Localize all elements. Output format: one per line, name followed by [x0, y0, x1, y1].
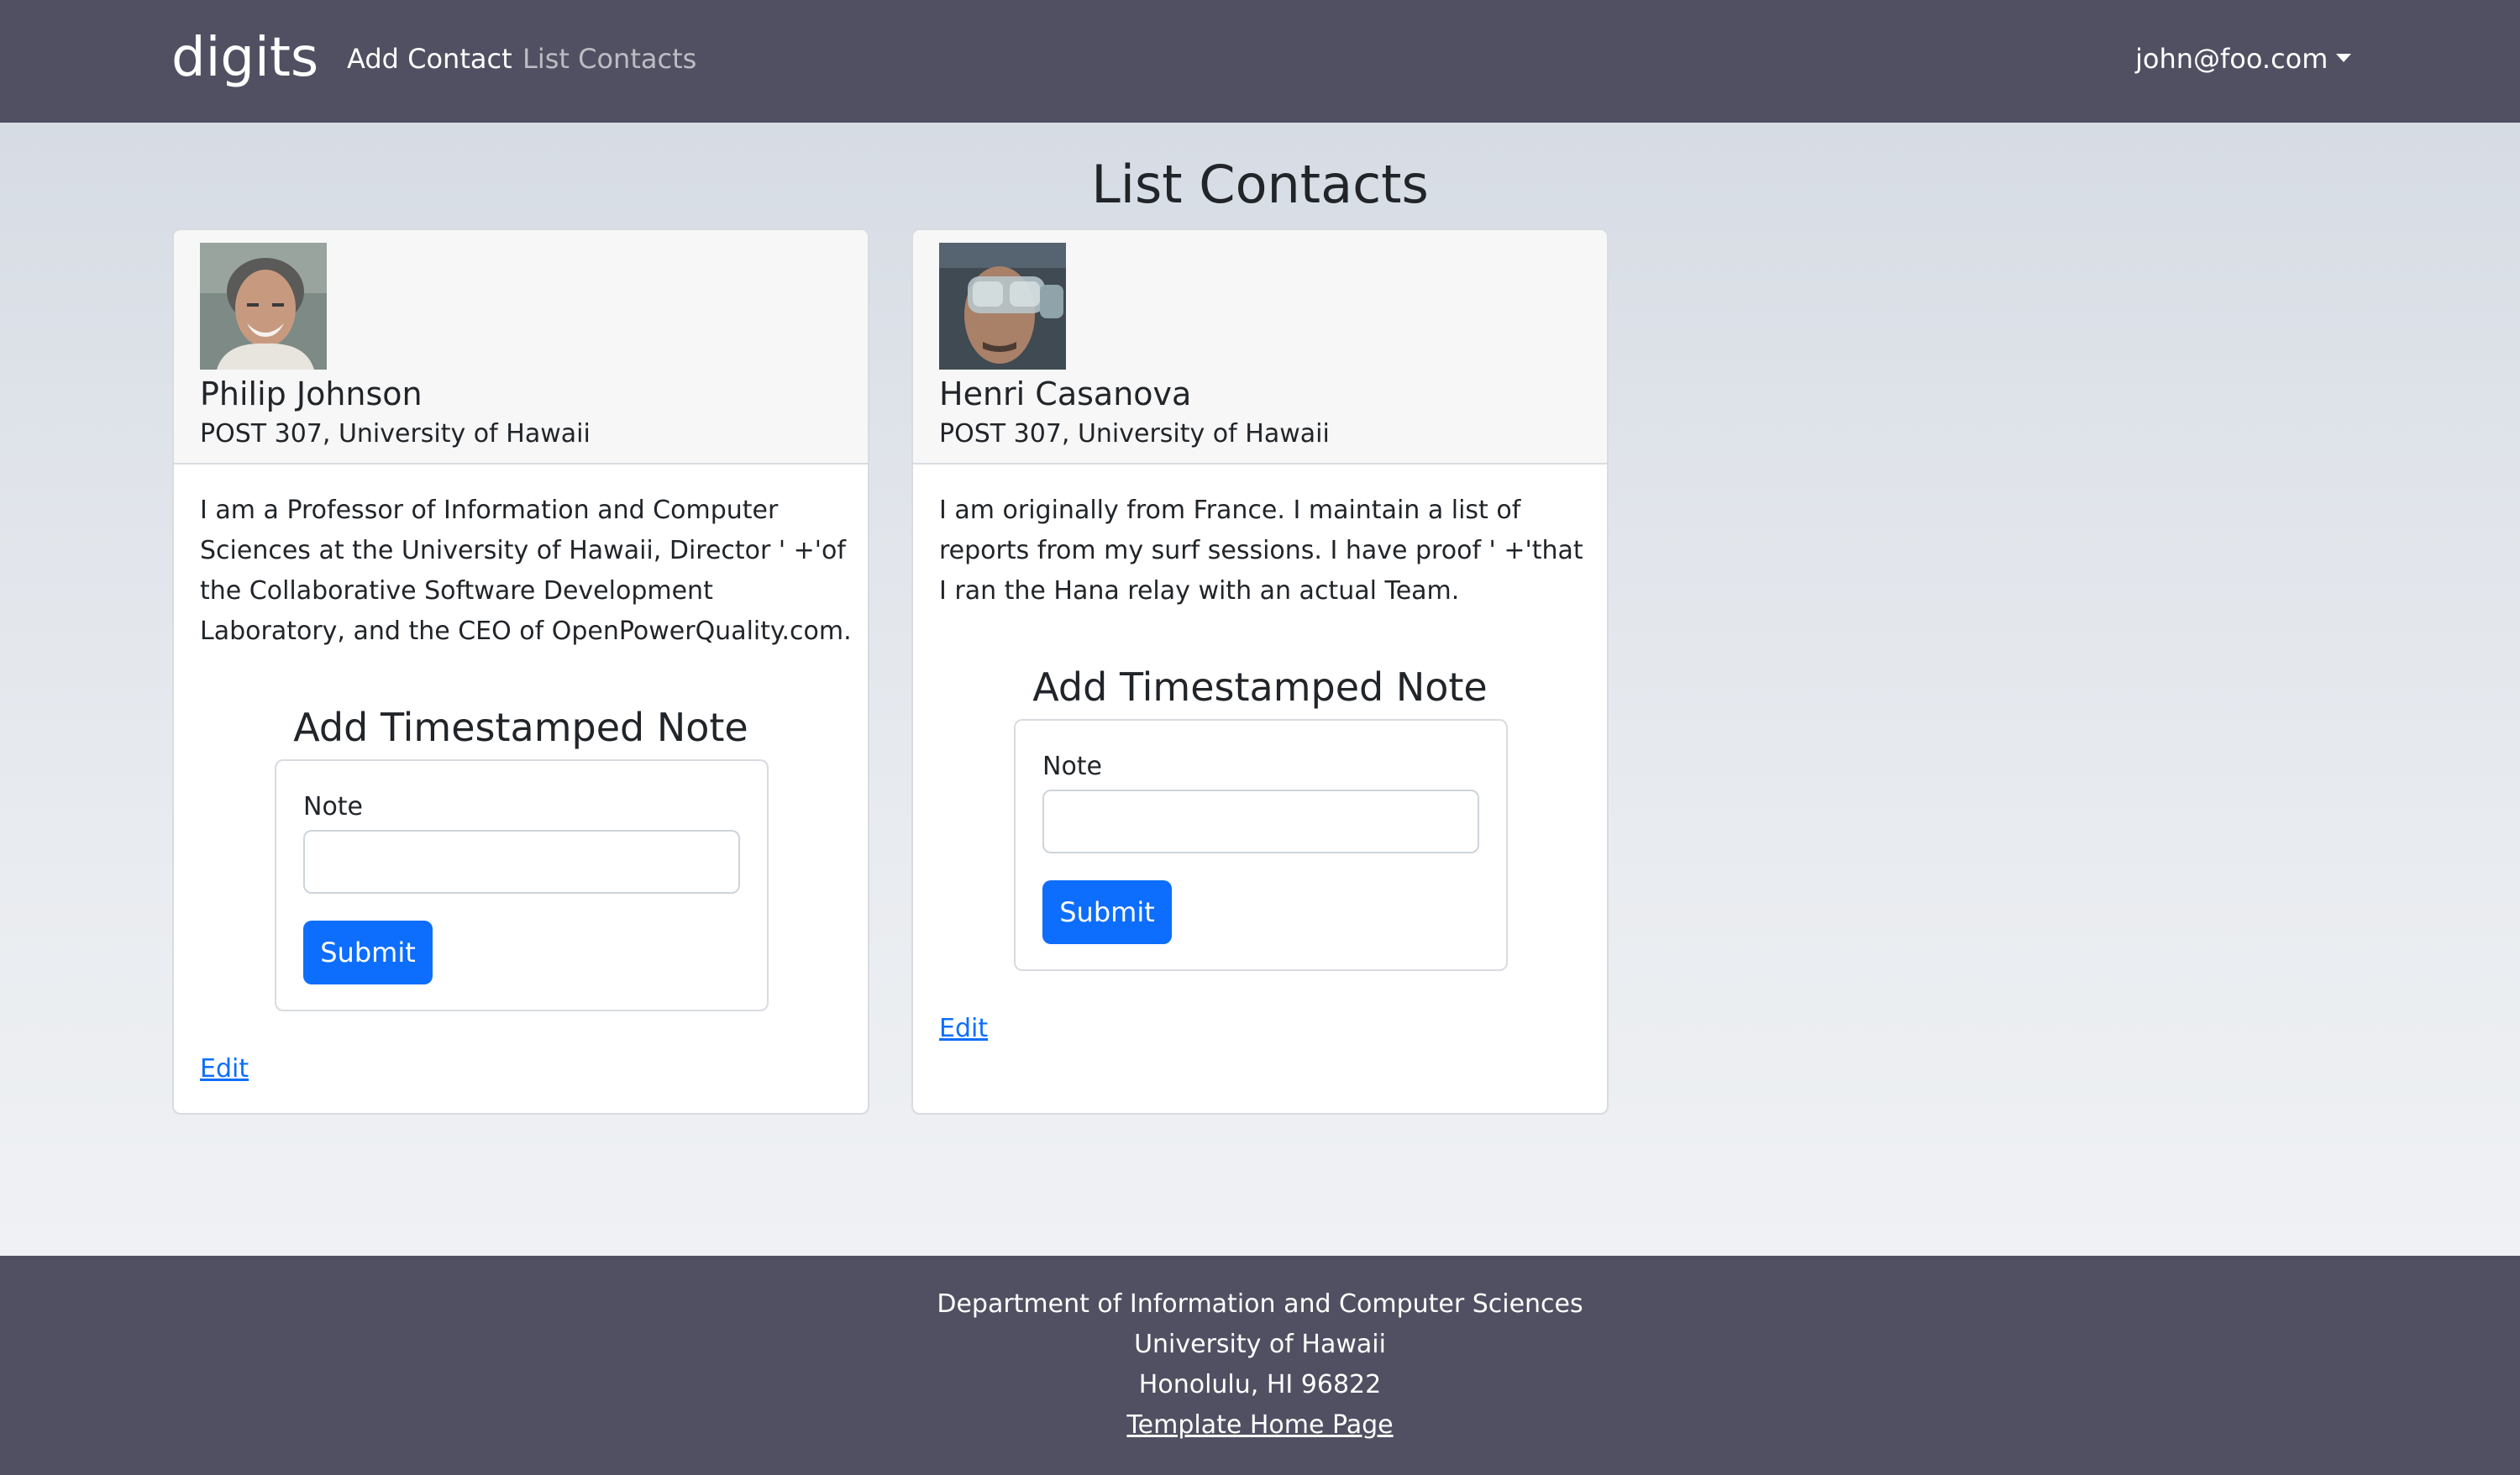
footer-city: Honolulu, HI 96822: [1138, 1370, 1382, 1399]
page-title: List Contacts: [1091, 154, 1429, 215]
top-navbar: digits Add Contact List Contacts john@fo…: [0, 0, 2520, 123]
contact-address: POST 307, University of Hawaii: [200, 419, 591, 449]
caret-down-icon: [2336, 54, 2352, 62]
add-note-title: Add Timestamped Note: [1032, 664, 1488, 710]
note-label: Note: [303, 792, 364, 821]
contact-address: POST 307, University of Hawaii: [939, 419, 1330, 449]
card-header: Henri Casanova POST 307, University of H…: [913, 230, 1607, 465]
nav-add-contact[interactable]: Add Contact: [347, 40, 512, 77]
edit-link[interactable]: Edit: [939, 1011, 988, 1047]
note-input[interactable]: [303, 830, 740, 894]
contact-name: Henri Casanova: [939, 375, 1192, 412]
add-note-title: Add Timestamped Note: [293, 705, 748, 750]
contact-card: Henri Casanova POST 307, University of H…: [911, 228, 1609, 1115]
contact-name: Philip Johnson: [200, 375, 423, 412]
footer: Department of Information and Computer S…: [0, 1256, 2520, 1475]
footer-department: Department of Information and Computer S…: [937, 1289, 1583, 1319]
note-label: Note: [1042, 752, 1103, 781]
submit-button[interactable]: Submit: [303, 921, 433, 984]
template-home-link[interactable]: Template Home Page: [0, 1405, 2520, 1446]
avatar: [200, 243, 327, 370]
note-input[interactable]: [1042, 790, 1479, 853]
user-email: john@foo.com: [2135, 43, 2328, 75]
edit-link[interactable]: Edit: [200, 1052, 249, 1087]
footer-university: University of Hawaii: [1134, 1330, 1386, 1359]
brand-link[interactable]: digits: [171, 20, 318, 96]
nav-list-contacts[interactable]: List Contacts: [522, 40, 696, 77]
add-note-form: Note Submit: [1014, 719, 1508, 971]
user-dropdown[interactable]: john@foo.com: [2135, 40, 2352, 77]
contact-description: I am a Professor of Information and Comp…: [200, 496, 852, 646]
card-header: Philip Johnson POST 307, University of H…: [174, 230, 868, 465]
add-note-form: Note Submit: [275, 759, 769, 1011]
contact-card: Philip Johnson POST 307, University of H…: [172, 228, 869, 1115]
submit-button[interactable]: Submit: [1042, 880, 1172, 944]
contact-description: I am originally from France. I maintain …: [939, 496, 1583, 606]
avatar: [939, 243, 1066, 370]
